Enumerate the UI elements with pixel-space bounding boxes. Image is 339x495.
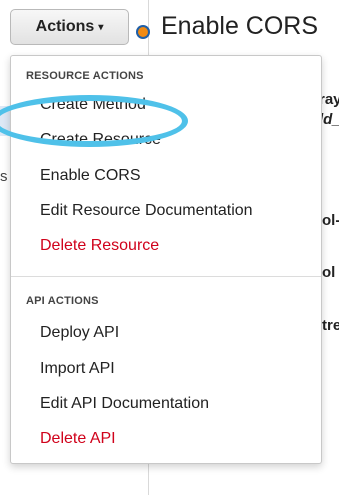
menu-item-edit-api-documentation[interactable]: Edit API Documentation — [40, 395, 209, 413]
menu-item-deploy-api[interactable]: Deploy API — [40, 324, 119, 342]
menu-item-enable-cors[interactable]: Enable CORS — [40, 167, 141, 185]
actions-dropdown-button[interactable]: Actions ▾ — [10, 9, 129, 45]
menu-divider — [11, 276, 321, 277]
background-text-fragment: ol — [322, 264, 336, 281]
background-text-fragment: ray — [319, 91, 339, 108]
menu-section-header-api: API ACTIONS — [26, 295, 99, 307]
menu-item-create-method[interactable]: Create Method — [40, 96, 146, 114]
left-panel-text-fragment: s — [0, 168, 8, 185]
menu-item-create-resource[interactable]: Create Resource — [40, 131, 161, 149]
menu-item-import-api[interactable]: Import API — [40, 360, 115, 378]
background-text-fragment: tre — [322, 317, 339, 334]
menu-item-delete-api[interactable]: Delete API — [40, 430, 116, 448]
menu-section-header-resource: RESOURCE ACTIONS — [26, 70, 144, 82]
menu-item-edit-resource-documentation[interactable]: Edit Resource Documentation — [40, 202, 253, 220]
background-text-fragment: ld_ — [319, 111, 339, 128]
page-title: Enable CORS — [161, 12, 319, 40]
menu-item-delete-resource[interactable]: Delete Resource — [40, 237, 159, 255]
status-dot-icon — [138, 27, 148, 37]
background-text-fragment: ol- — [322, 212, 339, 229]
actions-button-label: Actions — [35, 18, 95, 35]
actions-dropdown-menu: RESOURCE ACTIONS Create Method Create Re… — [10, 55, 322, 464]
caret-down-icon: ▾ — [98, 22, 104, 33]
